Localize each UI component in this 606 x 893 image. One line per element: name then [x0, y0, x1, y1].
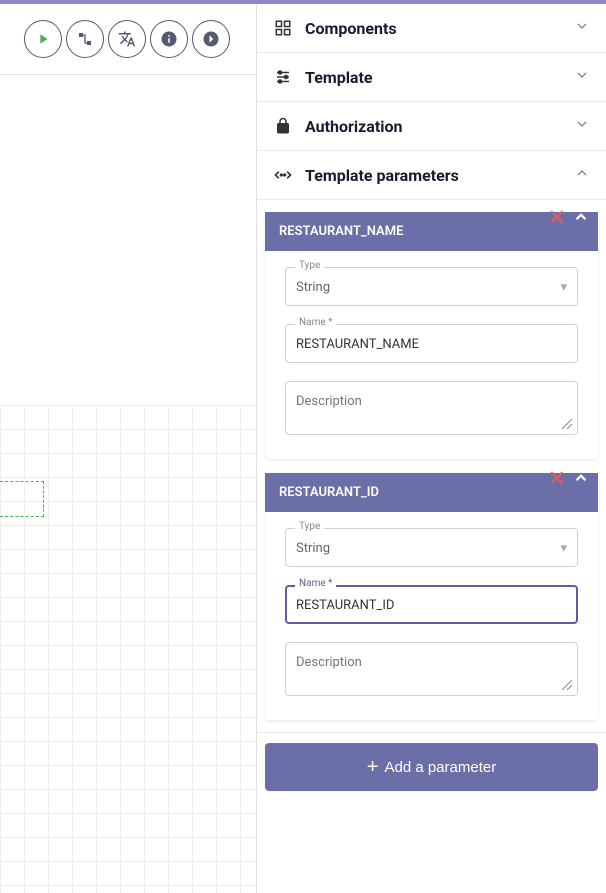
translate-button[interactable] [108, 20, 146, 58]
chevron-up-icon[interactable] [572, 469, 590, 491]
type-value: String [296, 280, 330, 295]
chevron-down-icon [574, 18, 590, 38]
template-parameters-content: RESTAURANT_NAME ✕ Type String ▾ [257, 200, 606, 733]
description-input[interactable] [285, 381, 578, 435]
canvas-grid [0, 405, 256, 893]
field-label: Name [295, 317, 336, 328]
add-parameter-button[interactable]: + Add a parameter [265, 743, 598, 791]
section-label: Template parameters [305, 166, 562, 185]
caret-down-icon: ▾ [560, 280, 567, 295]
name-field: Name [285, 324, 578, 363]
type-field: Type String ▾ [285, 528, 578, 567]
arrow-right-circle-icon [202, 30, 220, 48]
info-icon [160, 30, 178, 48]
section-template[interactable]: Template [257, 53, 606, 102]
lock-icon [273, 116, 293, 136]
chevron-up-icon [574, 165, 590, 185]
components-icon [273, 18, 293, 38]
template-icon [273, 67, 293, 87]
structure-button[interactable] [66, 20, 104, 58]
code-params-icon [273, 165, 293, 185]
caret-down-icon: ▾ [560, 541, 567, 556]
add-button-container: + Add a parameter [257, 733, 606, 805]
type-select[interactable]: String ▾ [285, 528, 578, 567]
tree-icon [77, 31, 93, 47]
parameter-header[interactable]: RESTAURANT_ID ✕ [265, 473, 598, 512]
plus-icon: + [367, 757, 379, 777]
section-authorization[interactable]: Authorization [257, 102, 606, 151]
type-select[interactable]: String ▾ [285, 267, 578, 306]
type-field: Type String ▾ [285, 267, 578, 306]
description-input[interactable] [285, 642, 578, 696]
parameter-header-actions: ✕ [548, 469, 590, 491]
section-label: Components [305, 19, 562, 38]
chevron-down-icon [574, 116, 590, 136]
parameter-title: RESTAURANT_NAME [279, 224, 584, 239]
parameter-card: RESTAURANT_NAME ✕ Type String ▾ [265, 212, 598, 459]
section-template-parameters[interactable]: Template parameters [257, 151, 606, 200]
parameter-title: RESTAURANT_ID [279, 485, 584, 500]
parameter-header-actions: ✕ [548, 208, 590, 230]
left-panel [0, 4, 256, 893]
section-label: Authorization [305, 117, 562, 136]
play-icon [35, 31, 51, 47]
next-button[interactable] [192, 20, 230, 58]
type-value: String [296, 541, 330, 556]
section-label: Template [305, 68, 562, 87]
main-container: Components Template Authorization [0, 4, 606, 893]
field-label: Name [295, 578, 336, 589]
name-input[interactable] [285, 324, 578, 363]
right-panel: Components Template Authorization [256, 4, 606, 893]
parameter-card: RESTAURANT_ID ✕ Type String ▾ [265, 473, 598, 720]
add-button-label: Add a parameter [384, 759, 496, 776]
field-label: Type [295, 521, 324, 532]
toolbar [0, 4, 256, 74]
chevron-down-icon [574, 67, 590, 87]
name-field: Name [285, 585, 578, 624]
close-icon[interactable]: ✕ [548, 208, 566, 230]
selection-outline [0, 481, 44, 517]
parameter-header[interactable]: RESTAURANT_NAME ✕ [265, 212, 598, 251]
parameter-body: Type String ▾ Name [265, 512, 598, 720]
translate-icon [118, 30, 136, 48]
parameter-body: Type String ▾ Name [265, 251, 598, 459]
run-button[interactable] [24, 20, 62, 58]
description-field [285, 642, 578, 700]
canvas-area[interactable] [0, 74, 256, 893]
name-input[interactable] [285, 585, 578, 624]
info-button[interactable] [150, 20, 188, 58]
close-icon[interactable]: ✕ [548, 469, 566, 491]
chevron-up-icon[interactable] [572, 208, 590, 230]
section-components[interactable]: Components [257, 4, 606, 53]
description-field [285, 381, 578, 439]
field-label: Type [295, 260, 324, 271]
